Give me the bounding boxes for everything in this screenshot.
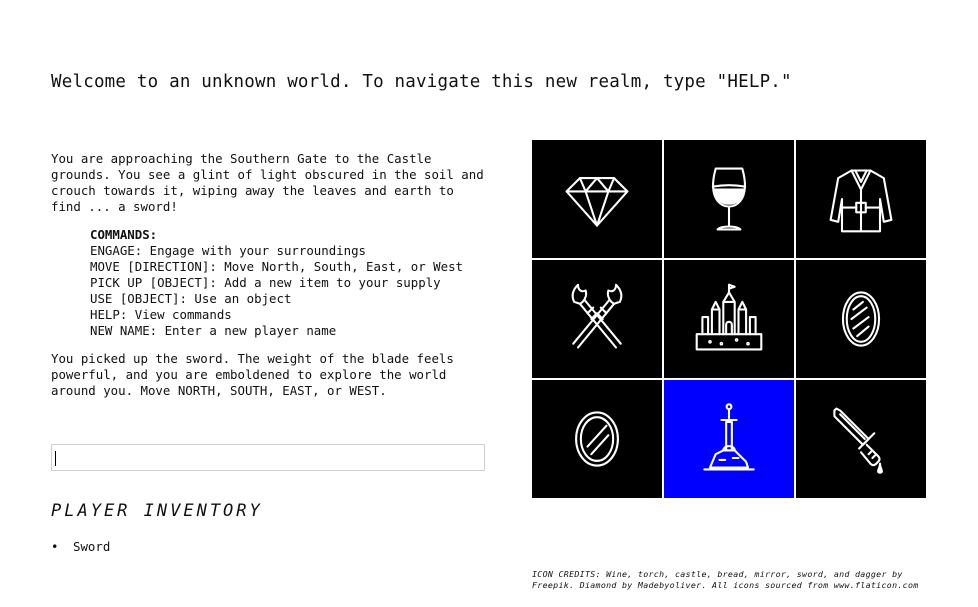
- command-input[interactable]: [52, 445, 484, 470]
- castle-icon: [695, 283, 763, 351]
- wine-icon: [711, 167, 747, 231]
- mirror-icon: [575, 411, 619, 467]
- story-result: You picked up the sword. The weight of t…: [51, 351, 454, 398]
- inventory-item-label: Sword: [73, 539, 111, 554]
- dagger-icon: [833, 407, 883, 474]
- inventory-list: • Sword: [51, 539, 110, 555]
- command-item: HELP: View commands: [90, 307, 232, 322]
- text-caret: [55, 451, 56, 466]
- map-tile-diamond[interactable]: [532, 140, 662, 258]
- map-tile-castle[interactable]: [664, 260, 794, 378]
- story-panel: You are approaching the Southern Gate to…: [51, 151, 491, 399]
- map-tile-dagger[interactable]: [796, 380, 926, 498]
- story-intro: You are approaching the Southern Gate to…: [51, 151, 484, 214]
- map-grid: [532, 140, 926, 498]
- command-input-box[interactable]: [51, 444, 485, 471]
- jacket-icon: [829, 169, 893, 233]
- diamond-icon: [565, 177, 629, 227]
- icon-credits: ICON CREDITS: Wine, torch, castle, bread…: [532, 569, 919, 590]
- commands-list: COMMANDS: ENGAGE: Engage with your surro…: [90, 227, 491, 339]
- command-item: MOVE [DIRECTION]: Move North, South, Eas…: [90, 259, 463, 274]
- command-item: NEW NAME: Enter a new player name: [90, 323, 337, 338]
- commands-title: COMMANDS:: [90, 227, 158, 242]
- map-tile-wine[interactable]: [664, 140, 794, 258]
- inventory-item: • Sword: [51, 539, 110, 555]
- map-tile-jacket[interactable]: [796, 140, 926, 258]
- sword-in-stone-icon: [703, 403, 755, 471]
- inventory-title: PLAYER INVENTORY: [51, 501, 263, 521]
- torches-icon: [571, 283, 623, 349]
- command-item: USE [OBJECT]: Use an object: [90, 291, 292, 306]
- command-item: ENGAGE: Engage with your surroundings: [90, 243, 367, 258]
- bread-icon: [841, 291, 881, 347]
- command-item: PICK UP [OBJECT]: Add a new item to your…: [90, 275, 441, 290]
- map-tile-torches[interactable]: [532, 260, 662, 378]
- welcome-message: Welcome to an unknown world. To navigate…: [51, 72, 792, 92]
- map-tile-bread[interactable]: [796, 260, 926, 378]
- bullet-icon: •: [51, 539, 59, 554]
- map-tile-sword-in-stone[interactable]: [664, 380, 794, 498]
- map-tile-mirror[interactable]: [532, 380, 662, 498]
